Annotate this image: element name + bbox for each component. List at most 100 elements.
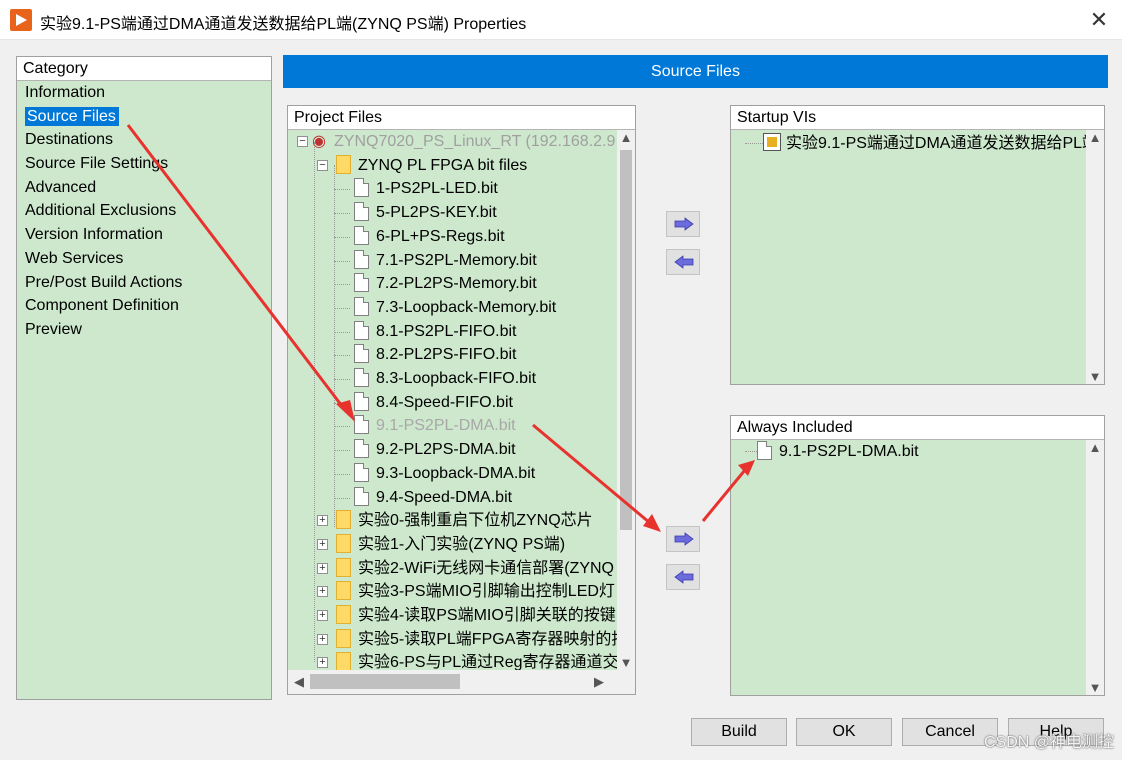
always-included-list: 9.1-PS2PL-DMA.bit <box>731 440 1086 695</box>
folder-icon <box>336 510 351 530</box>
scroll-up-icon[interactable]: ▲ <box>1086 440 1104 455</box>
expand-icon[interactable]: + <box>317 515 328 527</box>
tree-item-file[interactable]: 5-PL2PS-KEY.bit <box>354 201 497 225</box>
category-item[interactable]: Component Definition <box>23 294 267 318</box>
tree-item-file[interactable]: 6-PL+PS-Regs.bit <box>354 225 505 249</box>
scroll-left-icon[interactable]: ◀ <box>290 674 308 690</box>
scroll-up-icon[interactable]: ▲ <box>617 130 635 145</box>
tree-connector <box>334 379 350 380</box>
scroll-down-icon[interactable]: ▼ <box>1086 680 1104 695</box>
tree-connector <box>334 307 350 309</box>
category-item[interactable]: Web Services <box>23 247 267 271</box>
file-icon <box>354 320 369 340</box>
project-files-panel: Project Files − ◉ ZYNQ7020_PS_Linux_RT (1… <box>287 105 636 695</box>
expand-icon[interactable]: + <box>317 562 328 574</box>
add-startup-button[interactable] <box>666 211 700 237</box>
tree-item-file[interactable]: 8.4-Speed-FIFO.bit <box>354 391 513 415</box>
category-item-label: Web Services <box>25 249 124 267</box>
tree-item-file[interactable]: 8.3-Loopback-FIFO.bit <box>354 367 536 391</box>
file-icon <box>354 462 369 482</box>
tree-connector <box>334 260 350 262</box>
tree-item-folder[interactable]: 实验3-PS端MIO引脚输出控制LED灯 <box>336 580 615 604</box>
category-item-label: Information <box>25 84 106 101</box>
tree-item-folder[interactable]: 实验0-强制重启下位机ZYNQ芯片 <box>336 509 593 533</box>
category-item[interactable]: Version Information <box>23 223 267 247</box>
tree-item-file[interactable]: 9.3-Loopback-DMA.bit <box>354 462 535 486</box>
category-item[interactable]: Advanced <box>23 176 267 200</box>
project-files-header: Project Files <box>288 106 635 130</box>
collapse-icon[interactable]: − <box>297 136 308 147</box>
file-icon <box>354 344 369 364</box>
window-title: 实验9.1-PS端通过DMA通道发送数据给PL端(ZYNQ PS端) Prope… <box>40 16 527 33</box>
folder-icon <box>336 557 351 577</box>
close-icon[interactable]: ✕ <box>1076 0 1122 40</box>
category-item-label: Source File Settings <box>25 155 169 173</box>
category-item[interactable]: Source Files <box>23 105 267 129</box>
category-item[interactable]: Information <box>23 81 267 105</box>
tree-item-file[interactable]: 7.2-PL2PS-Memory.bit <box>354 272 537 296</box>
scroll-down-icon[interactable]: ▼ <box>617 655 635 670</box>
add-always-included-button[interactable] <box>666 526 700 552</box>
tree-item-file[interactable]: 7.1-PS2PL-Memory.bit <box>354 249 537 273</box>
tree-connector <box>334 497 350 499</box>
tree-connector <box>334 236 350 238</box>
tree-item-file[interactable]: 9.2-PL2PS-DMA.bit <box>354 438 516 462</box>
category-header: Category <box>17 57 271 81</box>
tree-item-target[interactable]: ◉ ZYNQ7020_PS_Linux_RT (192.168.2.9 <box>312 130 615 154</box>
tree-connector <box>334 284 350 286</box>
file-icon <box>354 225 369 245</box>
expand-icon[interactable]: + <box>317 657 328 669</box>
tree-item-folder[interactable]: ZYNQ PL FPGA bit files <box>336 154 527 178</box>
list-item[interactable]: 实验9.1-PS端通过DMA通道发送数据给PL端 <box>745 132 1086 156</box>
expand-icon[interactable]: + <box>317 633 328 645</box>
tree-item-folder[interactable]: 实验4-读取PS端MIO引脚关联的按键 <box>336 604 616 628</box>
category-item[interactable]: Destinations <box>23 128 267 152</box>
app-icon <box>10 9 32 31</box>
startup-vis-panel: Startup VIs 实验9.1-PS端通过DMA通道发送数据给PL端 ▲ ▼ <box>730 105 1105 385</box>
expand-icon[interactable]: + <box>317 538 328 550</box>
tree-item-file[interactable]: 9.1-PS2PL-DMA.bit <box>354 414 516 438</box>
tree-item-file[interactable]: 7.3-Loopback-Memory.bit <box>354 296 556 320</box>
scroll-down-icon[interactable]: ▼ <box>1086 369 1104 384</box>
vertical-scrollbar[interactable]: ▲ ▼ <box>617 130 635 670</box>
tree-connector <box>745 143 763 145</box>
arrow-right-icon <box>674 217 694 231</box>
tree-item-file[interactable]: 1-PS2PL-LED.bit <box>354 177 498 201</box>
scroll-up-icon[interactable]: ▲ <box>1086 130 1104 145</box>
expand-icon[interactable]: + <box>317 586 328 598</box>
remove-startup-button[interactable] <box>666 249 700 275</box>
category-item[interactable]: Additional Exclusions <box>23 199 267 223</box>
tree-item-file[interactable]: 9.4-Speed-DMA.bit <box>354 486 512 510</box>
category-panel: Category Information Source Files Destinat… <box>16 56 272 700</box>
scroll-right-icon[interactable]: ▶ <box>590 674 608 690</box>
scroll-thumb[interactable] <box>310 674 460 689</box>
file-icon <box>354 415 369 435</box>
horizontal-scrollbar[interactable]: ◀ ▶ <box>288 670 635 694</box>
tree-item-file[interactable]: 8.1-PS2PL-FIFO.bit <box>354 320 517 344</box>
target-icon: ◉ <box>312 133 326 150</box>
ok-button[interactable]: OK <box>796 718 892 746</box>
remove-always-included-button[interactable] <box>666 564 700 590</box>
tree-item-folder[interactable]: 实验1-入门实验(ZYNQ PS端) <box>336 533 565 557</box>
title-bar: 实验9.1-PS端通过DMA通道发送数据给PL端(ZYNQ PS端) Prope… <box>0 0 1122 40</box>
file-icon <box>354 249 369 269</box>
tree-item-folder[interactable]: 实验2-WiFi无线网卡通信部署(ZYNQ <box>336 557 614 581</box>
category-item-label: Advanced <box>25 178 97 196</box>
expand-icon[interactable]: + <box>317 610 328 621</box>
vertical-scrollbar[interactable]: ▲ ▼ <box>1086 440 1104 695</box>
category-item[interactable]: Preview <box>23 318 267 342</box>
tree-item-folder[interactable]: 实验6-PS与PL通过Reg寄存器通道交 <box>336 651 617 670</box>
collapse-icon[interactable]: − <box>317 160 328 171</box>
tree-connector <box>334 450 350 452</box>
tree-connector <box>334 213 350 215</box>
list-item[interactable]: 9.1-PS2PL-DMA.bit <box>745 440 919 464</box>
file-icon <box>354 296 369 316</box>
category-item[interactable]: Pre/Post Build Actions <box>23 271 267 295</box>
tree-item-folder[interactable]: 实验5-读取PL端FPGA寄存器映射的按 <box>336 628 617 652</box>
scroll-thumb[interactable] <box>620 150 632 530</box>
tree-item-file[interactable]: 8.2-PL2PS-FIFO.bit <box>354 343 517 367</box>
build-button[interactable]: Build <box>691 718 787 746</box>
vertical-scrollbar[interactable]: ▲ ▼ <box>1086 130 1104 384</box>
folder-icon <box>336 154 351 174</box>
category-item[interactable]: Source File Settings <box>23 152 267 176</box>
